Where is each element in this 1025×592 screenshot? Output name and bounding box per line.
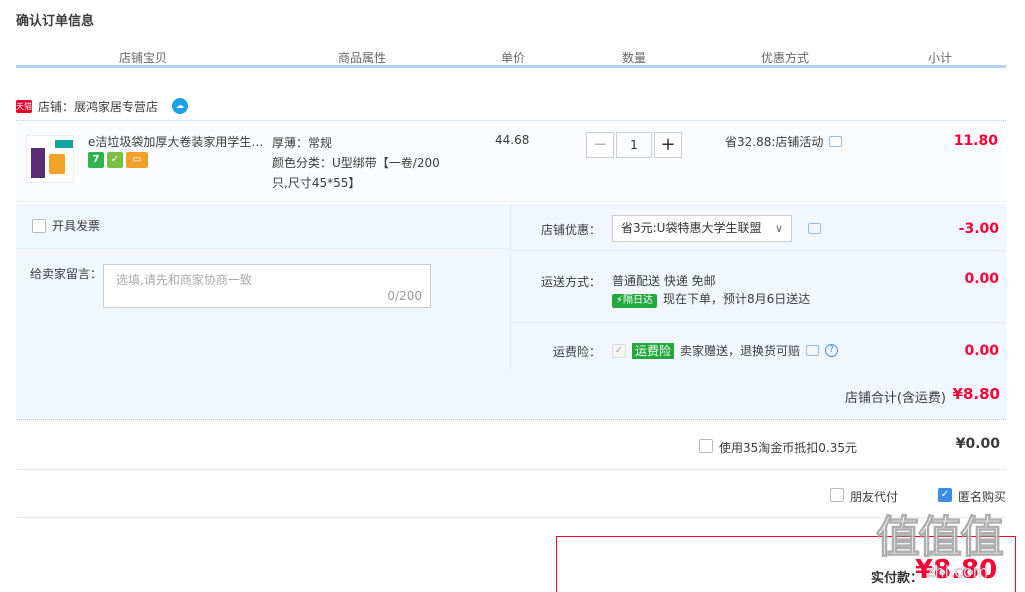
shipping-amount: 0.00 [964,271,999,287]
attr-color-line1: 颜色分类：U型绑带【一卷/200 [272,156,440,170]
friend-pay-label: 朋友代付 [850,490,899,504]
insurance-amount: 0.00 [964,343,999,359]
invoice-checkbox[interactable] [32,218,46,233]
invoice-option: 开具发票 [32,217,100,234]
shop-total-amount: ¥8.80 [952,385,1000,403]
buyer-options: 开具发票 给卖家留言： 选填,请先和商家协商一致 0/200 [16,204,510,370]
item-row: e洁垃圾袋加厚大卷装家用学生宿... 7 ✓ ▭ 厚薄：常规 颜色分类：U型绑带… [16,120,1006,202]
promotion-text: 省32.88:店铺活动 [725,135,824,149]
insurance-label: 运费险： [552,345,601,359]
taobao-coin-row: 使用35淘金币抵扣0.35元 ¥0.00 [16,422,1006,470]
message-textarea[interactable]: 选填,请先和商家协商一致 0/200 [103,264,431,308]
col-unit-price: 单价 [501,51,526,65]
col-attributes: 商品属性 [338,51,387,65]
item-promotion: 省32.88:店铺活动 [725,133,843,150]
shop-line: 天猫 店铺：展鸿家居专营店 ☁ [16,96,189,116]
seven-day-return-icon[interactable]: 7 [88,152,104,168]
help-icon[interactable]: ? [825,344,839,357]
coin-label: 使用35淘金币抵扣0.35元 [719,441,857,455]
comment-bubble-icon[interactable] [806,345,820,356]
product-title-link[interactable]: e洁垃圾袋加厚大卷装家用学生宿... [88,133,268,150]
insurance-checkbox: ✓ [612,343,626,358]
attr-thickness: 厚薄：常规 [272,136,333,150]
service-icons: 7 ✓ ▭ [88,152,148,168]
col-subtotal: 小计 [928,51,953,65]
shop-discount-amount: -3.00 [958,221,999,237]
invoice-label: 开具发票 [52,219,101,233]
coin-amount: ¥0.00 [955,436,1000,452]
chevron-down-icon: ∨ [774,222,783,235]
shop-charges-panel: 店铺优惠： 省3元:U袋特惠大学生联盟 ∨ -3.00 运送方式： 0.00 普… [510,204,1007,370]
shipping-info: 普通配送 快递 免邮 ⚡隔日达 现在下单，预计8月6日送达 [612,272,810,308]
shipping-method: 普通配送 快递 免邮 [612,274,716,288]
shop-total-row: 店铺合计(含运费) ¥8.80 [16,370,1006,420]
next-day-badge: ⚡隔日达 [612,294,658,308]
watermark-url: zhi.com [926,562,989,582]
order-options-panel: 开具发票 给卖家留言： 选填,请先和商家协商一致 0/200 店铺优惠： 省3元… [16,204,1007,420]
watermark-logo: 值值值 [876,512,1005,564]
comment-bubble-icon[interactable] [829,136,843,147]
col-promotion: 优惠方式 [761,51,810,65]
divider [16,248,510,249]
shop-total-label: 店铺合计(含运费) [844,391,946,406]
coin-checkbox[interactable] [699,439,713,453]
anonymous-label: 匿名购买 [958,490,1007,504]
product-thumbnail[interactable] [26,135,74,183]
shop-discount-select[interactable]: 省3元:U袋特惠大学生联盟 ∨ [612,215,792,242]
shipping-label: 运送方式： [540,275,601,289]
quantity-stepper: − 1 + [586,132,682,158]
anonymous-checkbox[interactable]: ✓ [938,488,952,502]
comment-bubble-icon[interactable] [808,223,821,234]
insurance-text: 卖家赠送，退换货可赔 [680,344,801,358]
guarantee-shield-icon[interactable]: ✓ [107,152,123,168]
quantity-plus-button[interactable]: + [654,132,682,158]
payment-options-row: 朋友代付 ✓ 匿名购买 [16,472,1006,518]
unit-price: 44.68 [495,133,530,147]
message-label: 给卖家留言： [30,267,103,281]
insurance-info: ✓ 运费险 卖家赠送，退换货可赔 ? [612,342,839,359]
shop-discount-row: 店铺优惠： 省3元:U袋特惠大学生联盟 ∨ -3.00 [511,204,1007,251]
quantity-input[interactable]: 1 [616,132,652,158]
attr-color-line2: 只,尺寸45*55】 [272,176,361,190]
item-subtotal: 11.80 [953,133,998,149]
message-char-counter: 0/200 [387,289,422,303]
shop-name-link[interactable]: 展鸿家居专营店 [74,100,158,114]
col-shop-item: 店铺宝贝 [119,51,168,65]
insurance-badge: 运费险 [632,342,675,359]
product-attributes: 厚薄：常规 颜色分类：U型绑带【一卷/200 只,尺寸45*55】 [272,133,452,193]
friend-pay-checkbox[interactable] [830,488,844,502]
tmall-icon: 天猫 [16,99,32,113]
message-placeholder: 选填,请先和商家协商一致 [116,273,252,287]
shop-label: 店铺：展鸿家居专营店 [38,99,159,114]
credit-card-icon[interactable]: ▭ [126,152,148,168]
shipping-eta: 现在下单，预计8月6日送达 [663,292,811,306]
site-watermark: 值值值 zhi.com [876,512,1020,588]
shop-discount-label: 店铺优惠： [540,223,601,237]
col-quantity: 数量 [622,51,647,65]
column-header: 店铺宝贝 商品属性 单价 数量 优惠方式 小计 [16,46,1006,68]
wangwang-chat-icon[interactable]: ☁ [172,98,189,114]
quantity-minus-button[interactable]: − [586,132,614,158]
page-title: 确认订单信息 [16,14,95,29]
